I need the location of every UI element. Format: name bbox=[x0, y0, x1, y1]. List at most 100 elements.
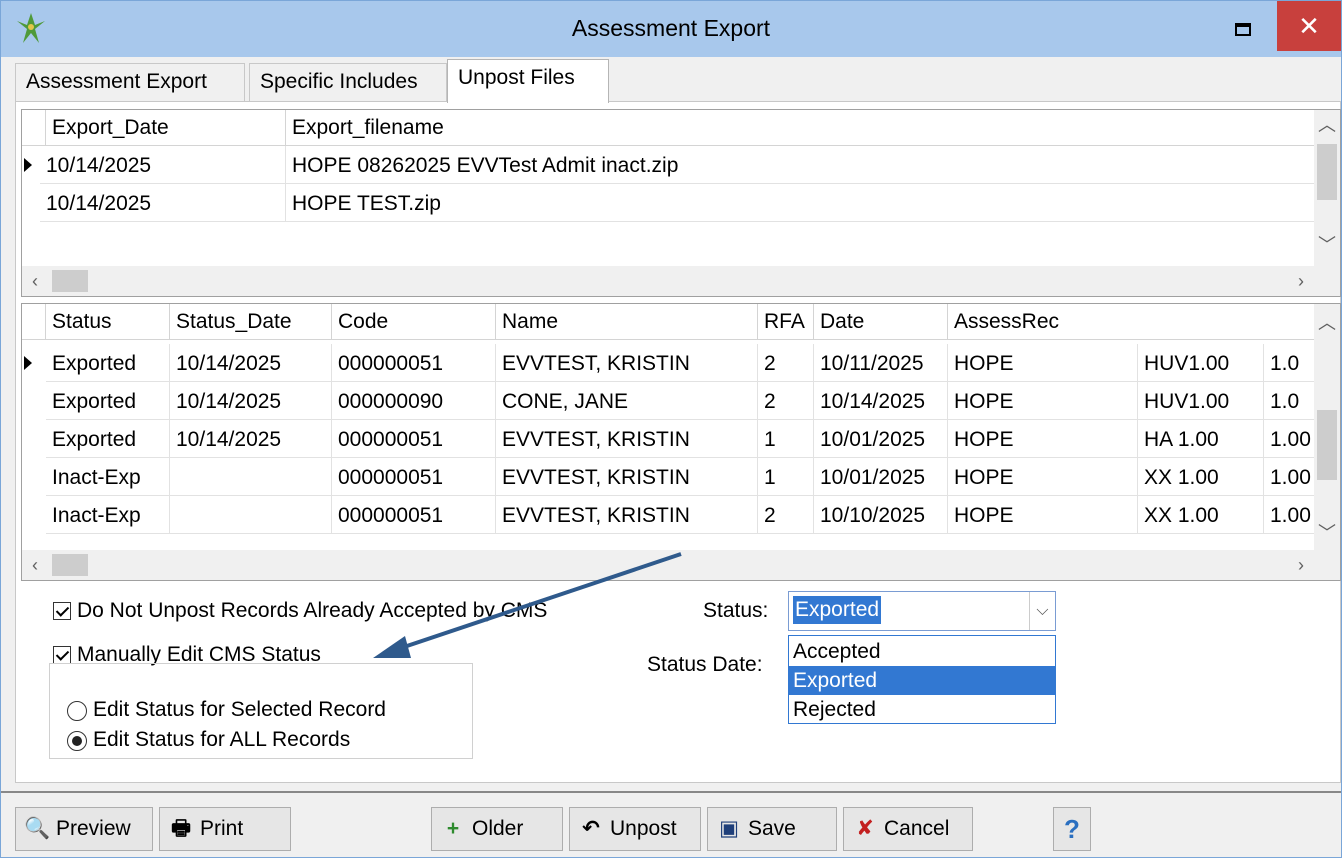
save-button[interactable]: ▣ Save bbox=[707, 807, 837, 851]
unpost-button[interactable]: ↶ Unpost bbox=[569, 807, 701, 851]
column-header-date[interactable]: Date bbox=[814, 304, 948, 340]
cell-status-date[interactable] bbox=[170, 458, 332, 496]
records-vertical-scrollbar[interactable]: ︿ ﹀ bbox=[1314, 304, 1340, 550]
files-horizontal-scrollbar[interactable]: ‹ › bbox=[22, 266, 1340, 296]
column-header-export-filename[interactable]: Export_filename bbox=[286, 110, 1316, 146]
print-button[interactable]: 🖶 Print bbox=[159, 807, 291, 851]
cell-code[interactable]: 000000051 bbox=[332, 458, 496, 496]
cell-rfa[interactable]: 1 bbox=[758, 420, 814, 458]
older-button[interactable]: + Older bbox=[431, 807, 563, 851]
cell-number[interactable]: 1.0 bbox=[1264, 344, 1316, 382]
column-header-status-date[interactable]: Status_Date bbox=[170, 304, 332, 340]
records-grid[interactable]: Status Status_Date Code Name RFA Date As… bbox=[21, 303, 1341, 581]
cell-version[interactable]: XX 1.00 bbox=[1138, 496, 1264, 534]
cell-version[interactable]: XX 1.00 bbox=[1138, 458, 1264, 496]
column-header-rfa[interactable]: RFA bbox=[758, 304, 814, 340]
scroll-left-icon[interactable]: ‹ bbox=[22, 266, 48, 296]
cell-code[interactable]: 000000051 bbox=[332, 344, 496, 382]
cell-status[interactable]: Inact-Exp bbox=[46, 458, 170, 496]
column-header-code[interactable]: Code bbox=[332, 304, 496, 340]
tab-unpost-files[interactable]: Unpost Files bbox=[447, 59, 609, 103]
files-vertical-scrollbar[interactable]: ︿ ﹀ bbox=[1314, 110, 1340, 266]
status-select[interactable]: Exported ⌵ bbox=[788, 591, 1056, 631]
do-not-unpost-checkbox[interactable] bbox=[53, 602, 71, 620]
cell-code[interactable]: 000000051 bbox=[332, 420, 496, 458]
cell-date[interactable]: 10/01/2025 bbox=[814, 420, 948, 458]
cell-export-date[interactable]: 10/14/2025 bbox=[40, 184, 286, 222]
cell-date[interactable]: 10/01/2025 bbox=[814, 458, 948, 496]
cell-number[interactable]: 1.00 bbox=[1264, 458, 1316, 496]
cell-number[interactable]: 1.0 bbox=[1264, 382, 1316, 420]
cell-status[interactable]: Exported bbox=[46, 382, 170, 420]
cell-date[interactable]: 10/10/2025 bbox=[814, 496, 948, 534]
cell-version[interactable]: HUV1.00 bbox=[1138, 382, 1264, 420]
cell-name[interactable]: EVVTEST, KRISTIN bbox=[496, 420, 758, 458]
cell-assessrec[interactable]: HOPE bbox=[948, 458, 1138, 496]
column-header-name[interactable]: Name bbox=[496, 304, 758, 340]
tab-specific-includes[interactable]: Specific Includes bbox=[249, 63, 447, 101]
column-header-export-date[interactable]: Export_Date bbox=[46, 110, 286, 146]
cell-date[interactable]: 10/11/2025 bbox=[814, 344, 948, 382]
cell-rfa[interactable]: 2 bbox=[758, 344, 814, 382]
cell-number[interactable]: 1.00 bbox=[1264, 496, 1316, 534]
cell-status-date[interactable]: 10/14/2025 bbox=[170, 382, 332, 420]
cell-assessrec[interactable]: HOPE bbox=[948, 496, 1138, 534]
cell-status[interactable]: Inact-Exp bbox=[46, 496, 170, 534]
scroll-left-icon[interactable]: ‹ bbox=[22, 550, 48, 580]
scroll-thumb[interactable] bbox=[1317, 144, 1337, 200]
cell-name[interactable]: EVVTEST, KRISTIN bbox=[496, 496, 758, 534]
cell-date[interactable]: 10/14/2025 bbox=[814, 382, 948, 420]
cell-name[interactable]: EVVTEST, KRISTIN bbox=[496, 344, 758, 382]
cell-export-filename[interactable]: HOPE 08262025 EVVTest Admit inact.zip bbox=[286, 146, 1316, 184]
cell-rfa[interactable]: 2 bbox=[758, 382, 814, 420]
close-button[interactable]: ✕ bbox=[1277, 1, 1341, 51]
scroll-thumb[interactable] bbox=[1317, 410, 1337, 480]
scroll-up-icon[interactable]: ︿ bbox=[1314, 308, 1340, 338]
edit-all-radio[interactable] bbox=[67, 731, 87, 751]
title-bar[interactable]: Assessment Export ✕ bbox=[1, 1, 1341, 57]
chevron-down-icon[interactable]: ⌵ bbox=[1029, 592, 1055, 630]
cell-number[interactable]: 1.00 bbox=[1264, 420, 1316, 458]
edit-selected-label[interactable]: Edit Status for Selected Record bbox=[93, 698, 386, 722]
edit-selected-radio[interactable] bbox=[67, 701, 87, 721]
scroll-right-icon[interactable]: › bbox=[1288, 266, 1314, 296]
scroll-down-icon[interactable]: ﹀ bbox=[1314, 518, 1340, 548]
cell-status-date[interactable]: 10/14/2025 bbox=[170, 420, 332, 458]
cell-export-date[interactable]: 10/14/2025 bbox=[40, 146, 286, 184]
cell-rfa[interactable]: 2 bbox=[758, 496, 814, 534]
scroll-right-icon[interactable]: › bbox=[1288, 550, 1314, 580]
manual-edit-checkbox[interactable] bbox=[53, 646, 71, 664]
scroll-thumb[interactable] bbox=[52, 554, 88, 576]
cell-rfa[interactable]: 1 bbox=[758, 458, 814, 496]
column-header-status[interactable]: Status bbox=[46, 304, 170, 340]
status-dropdown-list[interactable]: Accepted Exported Rejected bbox=[788, 635, 1056, 724]
cell-status-date[interactable]: 10/14/2025 bbox=[170, 344, 332, 382]
scroll-down-icon[interactable]: ﹀ bbox=[1314, 230, 1340, 260]
cell-name[interactable]: EVVTEST, KRISTIN bbox=[496, 458, 758, 496]
cell-name[interactable]: CONE, JANE bbox=[496, 382, 758, 420]
status-option-exported[interactable]: Exported bbox=[789, 666, 1055, 695]
cancel-button[interactable]: ✘ Cancel bbox=[843, 807, 973, 851]
preview-button[interactable]: 🔍 Preview bbox=[15, 807, 153, 851]
cell-code[interactable]: 000000090 bbox=[332, 382, 496, 420]
cell-assessrec[interactable]: HOPE bbox=[948, 420, 1138, 458]
cell-assessrec[interactable]: HOPE bbox=[948, 382, 1138, 420]
maximize-button[interactable] bbox=[1213, 1, 1273, 57]
help-button[interactable]: ? bbox=[1053, 807, 1091, 851]
export-files-grid[interactable]: Export_Date Export_filename 10/14/2025 H… bbox=[21, 109, 1341, 297]
cell-assessrec[interactable]: HOPE bbox=[948, 344, 1138, 382]
status-option-rejected[interactable]: Rejected bbox=[789, 695, 1055, 724]
cell-export-filename[interactable]: HOPE TEST.zip bbox=[286, 184, 1316, 222]
cell-status[interactable]: Exported bbox=[46, 420, 170, 458]
scroll-up-icon[interactable]: ︿ bbox=[1314, 110, 1340, 140]
tab-assessment-export[interactable]: Assessment Export bbox=[15, 63, 245, 101]
cell-status[interactable]: Exported bbox=[46, 344, 170, 382]
column-header-assessrec[interactable]: AssessRec bbox=[948, 304, 1328, 340]
edit-all-label[interactable]: Edit Status for ALL Records bbox=[93, 728, 350, 752]
cell-version[interactable]: HA 1.00 bbox=[1138, 420, 1264, 458]
cell-status-date[interactable] bbox=[170, 496, 332, 534]
cell-code[interactable]: 000000051 bbox=[332, 496, 496, 534]
status-option-accepted[interactable]: Accepted bbox=[789, 637, 1055, 666]
cell-version[interactable]: HUV1.00 bbox=[1138, 344, 1264, 382]
scroll-thumb[interactable] bbox=[52, 270, 88, 292]
